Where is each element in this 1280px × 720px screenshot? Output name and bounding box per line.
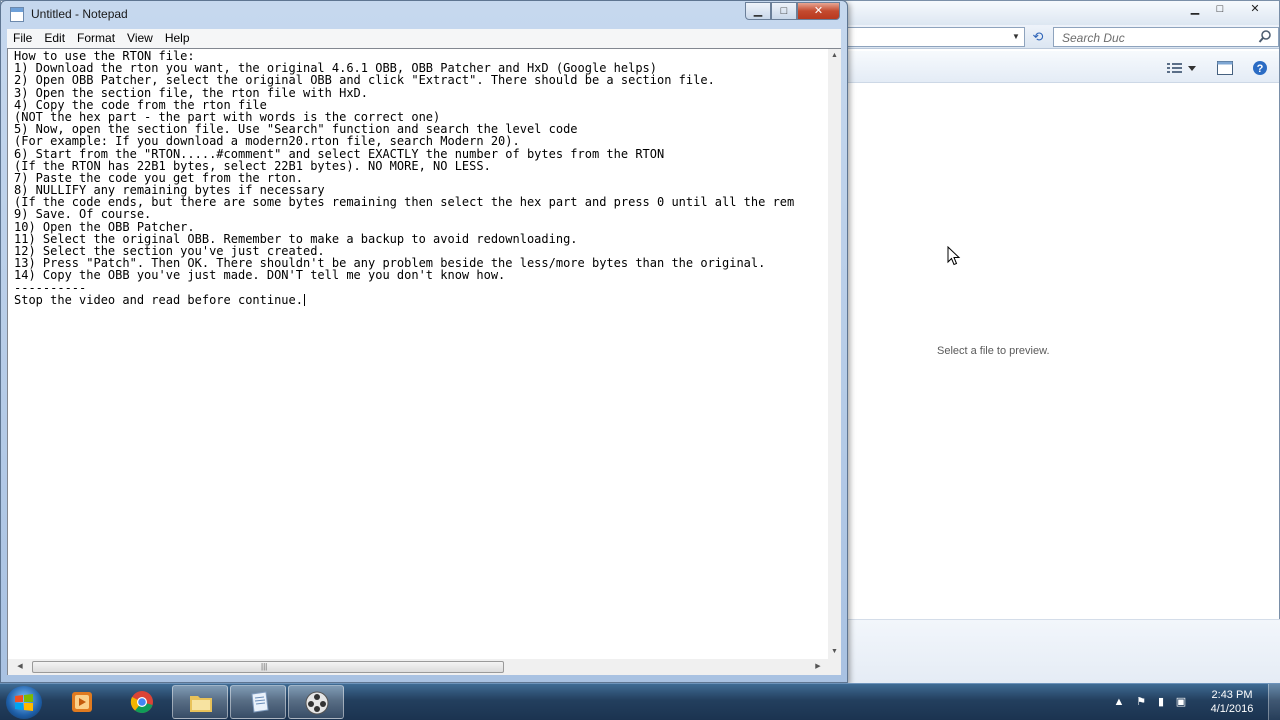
start-button[interactable]	[6, 686, 42, 719]
preview-pane-icon[interactable]	[1216, 60, 1234, 76]
text-caret	[303, 293, 305, 306]
help-icon[interactable]: ?	[1251, 60, 1269, 76]
text-line: 9) Save. Of course.	[14, 207, 152, 222]
scroll-corner	[828, 659, 841, 675]
explorer-maximize-button[interactable]: □	[1206, 1, 1234, 17]
scroll-right-arrow-icon[interactable]: ▶	[810, 659, 826, 675]
search-placeholder: Search Duc	[1062, 31, 1125, 45]
menu-view[interactable]: View	[121, 29, 159, 48]
text-line: 2) Open OBB Patcher, select the original…	[14, 73, 715, 88]
window-title: Untitled - Notepad	[31, 7, 128, 21]
details-pane	[847, 619, 1280, 683]
preview-placeholder-text: Select a file to preview.	[937, 345, 1050, 357]
notepad-window: Untitled - Notepad ▁ □ ✕ File Edit Format V…	[0, 0, 848, 683]
search-icon[interactable]	[1258, 29, 1272, 45]
chrome-icon	[130, 691, 153, 713]
address-dropdown-icon[interactable]: ▼	[1009, 28, 1023, 46]
clock-date: 4/1/2016	[1210, 703, 1254, 715]
windows-logo-icon	[15, 694, 33, 711]
view-options-icon[interactable]	[1166, 60, 1184, 76]
view-dropdown-icon[interactable]	[1187, 60, 1197, 76]
scroll-left-arrow-icon[interactable]: ◀	[12, 659, 28, 675]
svg-text:?: ?	[1257, 63, 1264, 75]
mouse-cursor-icon	[947, 246, 961, 266]
scroll-up-arrow-icon[interactable]: ▲	[828, 49, 841, 63]
editor-text[interactable]: How to use the RTON file: 1) Download the…	[14, 50, 826, 658]
horizontal-scroll-thumb[interactable]: |||	[32, 661, 504, 673]
text-line: 6) Start from the "RTON.....#comment" an…	[14, 146, 665, 161]
close-button[interactable]: ✕	[797, 2, 840, 20]
notepad-icon	[251, 691, 269, 713]
horizontal-scrollbar[interactable]: ◀ ||| ▶	[8, 659, 828, 675]
text-line: 10) Open the OBB Patcher.	[14, 219, 195, 234]
network-icon[interactable]: ▮	[1154, 695, 1168, 709]
show-desktop-button[interactable]	[1268, 684, 1280, 720]
text-line: 14) Copy the OBB you've just made. DON'T…	[14, 268, 506, 283]
taskbar-notepad[interactable]	[230, 685, 286, 719]
clock[interactable]: 2:43 PM 4/1/2016	[1200, 688, 1264, 716]
action-center-flag-icon[interactable]: ⚑	[1134, 695, 1148, 709]
search-input[interactable]: Search Duc	[1053, 27, 1279, 47]
refresh-icon[interactable]: ⟲	[1027, 27, 1049, 47]
video-editor-icon	[305, 691, 329, 715]
power-icon[interactable]: ▣	[1174, 695, 1188, 709]
taskbar-media-player[interactable]	[54, 685, 110, 719]
address-bar[interactable]	[847, 27, 1025, 47]
show-hidden-icons-icon[interactable]: ▲	[1112, 695, 1126, 709]
system-tray: ▲ ⚑ ▮ ▣	[1108, 684, 1198, 720]
text-line: (For example: If you download a modern20…	[14, 134, 520, 149]
text-line-last: Stop the video and read before continue.	[14, 294, 826, 306]
taskbar: ▲ ⚑ ▮ ▣ 2:43 PM 4/1/2016	[0, 683, 1280, 720]
notepad-icon	[10, 7, 24, 22]
taskbar-explorer[interactable]	[172, 685, 228, 719]
explorer-close-button[interactable]: ✕	[1241, 1, 1269, 17]
menu-help[interactable]: Help	[159, 29, 196, 48]
explorer-minimize-button[interactable]: ▁	[1181, 1, 1209, 17]
menu-file[interactable]: File	[7, 29, 38, 48]
maximize-button[interactable]: □	[771, 2, 797, 20]
scroll-down-arrow-icon[interactable]: ▼	[828, 645, 841, 659]
explorer-folder-icon	[190, 696, 212, 712]
text-line: 3) Open the section file, the rton file …	[14, 85, 369, 100]
taskbar-chrome[interactable]	[114, 685, 170, 719]
text-editor[interactable]: How to use the RTON file: 1) Download the…	[7, 48, 841, 675]
menu-format[interactable]: Format	[71, 29, 121, 48]
minimize-button[interactable]: ▁	[745, 2, 771, 20]
menu-bar: File Edit Format View Help	[7, 29, 841, 48]
media-player-icon	[72, 692, 92, 712]
clock-time: 2:43 PM	[1211, 689, 1253, 701]
scroll-grip: |||	[261, 662, 268, 671]
menu-edit[interactable]: Edit	[38, 29, 71, 48]
vertical-scrollbar[interactable]: ▲ ▼	[828, 49, 841, 659]
taskbar-video-editor[interactable]	[288, 685, 344, 719]
last-line-text: Stop the video and read before continue.	[14, 292, 303, 307]
